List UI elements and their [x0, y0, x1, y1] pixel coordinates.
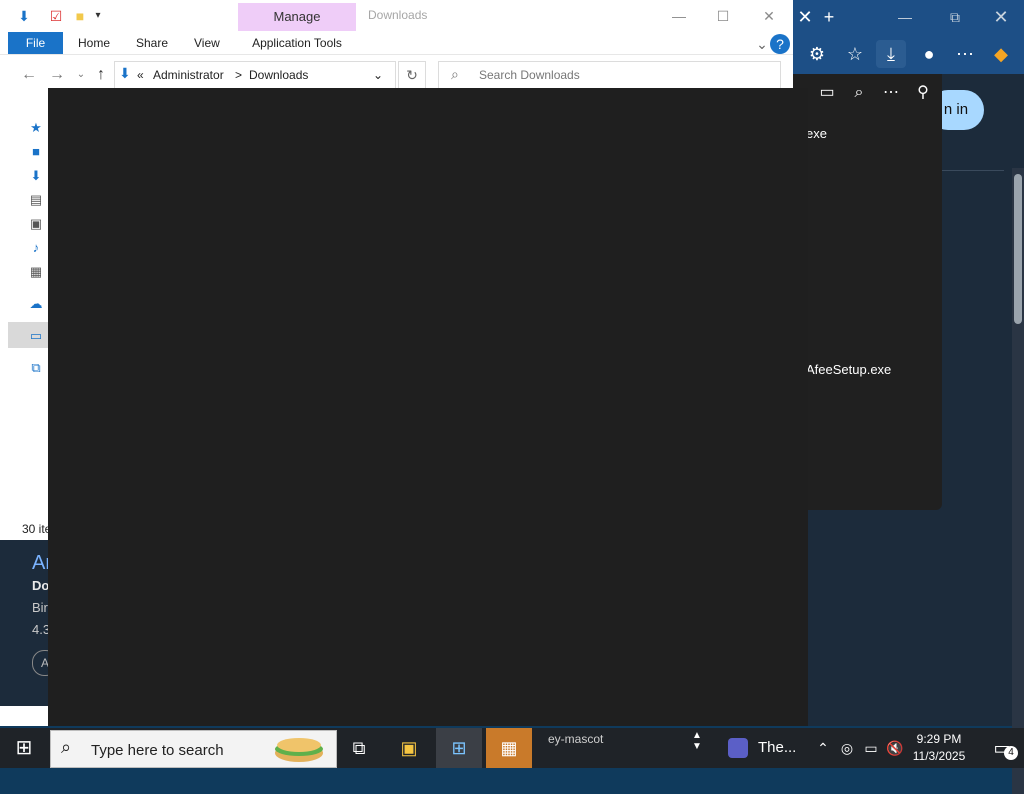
this-pc-icon[interactable]: ▭ [28, 328, 44, 344]
notification-icon[interactable]: ▭ 4 [980, 728, 1024, 768]
teams-taskbar-item[interactable]: The... [728, 728, 798, 768]
notification-badge: 4 [1004, 746, 1018, 760]
taskbar-search[interactable]: ⌕ Type here to search [50, 730, 337, 768]
page-text: Bir [32, 600, 48, 615]
address-dropdown-icon[interactable]: ⌄ [373, 68, 383, 82]
back-icon[interactable]: ← [18, 64, 40, 86]
properties-icon[interactable]: ☑ [46, 6, 66, 26]
extensions-icon[interactable]: ⚙ [802, 40, 832, 68]
folder-icon[interactable]: ▭ [814, 80, 840, 106]
clock[interactable]: 9:29 PM 11/3/2025 [906, 730, 972, 766]
breadcrumb-separator: > [235, 68, 243, 82]
pictures-icon[interactable]: ▣ [28, 216, 44, 232]
sandwich-icon [275, 738, 323, 762]
network-icon[interactable]: ⧉ [28, 360, 44, 376]
windows-icon[interactable]: ⊞ [0, 728, 48, 768]
volume-muted-icon[interactable]: 🔇 [884, 728, 906, 768]
more-icon[interactable]: ⋯ [878, 80, 904, 106]
teams-label: The... [758, 739, 797, 756]
taskbar-app-label[interactable]: ey-mascot [548, 732, 603, 746]
edge-toolbar: ⚙ ☆ ⤓ ● ⋯ ◆ [790, 34, 1024, 74]
background-window-edge [0, 706, 48, 726]
taskbar: ⊞ ⌕ Type here to search ⧉ ▣ ⊞ ▦ ey-masco… [0, 728, 1024, 768]
downloads-icon[interactable]: ⤓ [876, 40, 906, 68]
edge-titlebar: ✕ + — ⧉ ✕ [790, 0, 1024, 34]
download-arrow-icon[interactable]: ⬇ [14, 6, 34, 26]
tab-home[interactable]: Home [78, 36, 110, 50]
downloads-icon[interactable]: ⬇ [28, 168, 44, 184]
copilot-icon[interactable]: ◆ [986, 40, 1016, 68]
address-chevrons[interactable]: « [137, 68, 144, 82]
maximize-icon[interactable]: ☐ [708, 4, 738, 28]
taskbar-search-placeholder: Type here to search [91, 742, 224, 759]
forward-icon[interactable]: → [46, 64, 68, 86]
teams-icon [728, 738, 748, 758]
page-subheading: Do [32, 578, 50, 593]
favorites-icon[interactable]: ☆ [840, 40, 870, 68]
onedrive-icon[interactable]: ☁ [28, 296, 44, 312]
search-icon[interactable]: ⌕ [846, 80, 872, 106]
background-webpage-strip: Ar Do Bir 4.3 A [0, 540, 58, 726]
minimize-icon[interactable]: — [664, 4, 694, 28]
recent-dropdown-icon[interactable]: ⌄ [70, 64, 92, 86]
desktop-icon[interactable]: ■ [28, 144, 44, 160]
quick-access-star-icon[interactable]: ★ [28, 120, 44, 136]
tab-manage[interactable]: Manage [238, 3, 356, 31]
status-item-count: 30 ite [22, 522, 52, 536]
minimize-icon[interactable]: — [890, 4, 920, 30]
new-tab-icon[interactable]: + [814, 4, 844, 30]
clock-date: 11/3/2025 [912, 749, 966, 763]
ribbon-tabs [0, 32, 793, 55]
ribbon-expand-icon[interactable]: ⌄ [752, 34, 772, 54]
help-icon[interactable]: ? [770, 34, 790, 54]
windows-flag-taskbar-icon[interactable]: ⊞ [436, 728, 482, 768]
breadcrumb-downloads[interactable]: Downloads [249, 68, 308, 82]
tab-application-tools[interactable]: Application Tools [238, 32, 356, 54]
installer-taskbar-icon[interactable]: ▦ [486, 728, 532, 768]
close-window-icon[interactable]: ✕ [986, 4, 1016, 30]
network-icon[interactable]: ▭ [860, 728, 882, 768]
search-icon: ⌕ [451, 66, 459, 82]
scrollbar-thumb[interactable] [1014, 174, 1022, 324]
chevron-up-icon[interactable]: ⌃ [812, 728, 834, 768]
more-icon[interactable]: ⋯ [950, 40, 980, 68]
download-item[interactable]: exe [806, 126, 827, 141]
meet-now-icon[interactable]: ◎ [836, 728, 858, 768]
restore-icon[interactable]: ⧉ [940, 4, 970, 30]
clock-time: 9:29 PM [916, 732, 962, 746]
tab-file[interactable]: File [8, 32, 63, 54]
download-folder-icon: ⬇ [119, 65, 131, 81]
taskbar-scroll-icon[interactable]: ▲ ▼ [692, 730, 706, 766]
explorer-titlebar: ⬇ ☑ ■ ▾ Manage Downloads — ☐ ✕ [0, 0, 793, 32]
videos-icon[interactable]: ▦ [28, 264, 44, 280]
blank-dark-panel [48, 88, 808, 726]
music-icon[interactable]: ♪ [28, 240, 44, 256]
pin-icon[interactable]: ⚲ [910, 80, 936, 106]
search-icon: ⌕ [61, 737, 72, 757]
downloads-flyout: ▭ ⌕ ⋯ ⚲ exe AfeeSetup.exe [790, 74, 942, 510]
up-icon[interactable]: ↑ [90, 64, 112, 86]
search-box[interactable]: ⌕ Search Downloads [438, 61, 781, 89]
breadcrumb-administrator[interactable]: Administrator [153, 68, 224, 82]
window-title: Downloads [368, 8, 428, 22]
folder-icon[interactable]: ■ [70, 6, 90, 26]
documents-icon[interactable]: ▤ [28, 192, 44, 208]
close-icon[interactable]: ✕ [754, 4, 784, 28]
refresh-icon[interactable]: ↻ [398, 61, 426, 89]
download-item[interactable]: AfeeSetup.exe [806, 362, 891, 377]
tab-share[interactable]: Share [136, 36, 168, 50]
task-view-icon[interactable]: ⧉ [336, 728, 382, 768]
address-bar[interactable]: ⬇ « Administrator > Downloads ⌄ [114, 61, 396, 89]
profile-icon[interactable]: ● [914, 40, 944, 68]
search-placeholder: Search Downloads [479, 68, 580, 82]
tab-view[interactable]: View [194, 36, 220, 50]
file-explorer-taskbar-icon[interactable]: ▣ [386, 728, 432, 768]
qat-dropdown-icon[interactable]: ▾ [88, 6, 108, 26]
